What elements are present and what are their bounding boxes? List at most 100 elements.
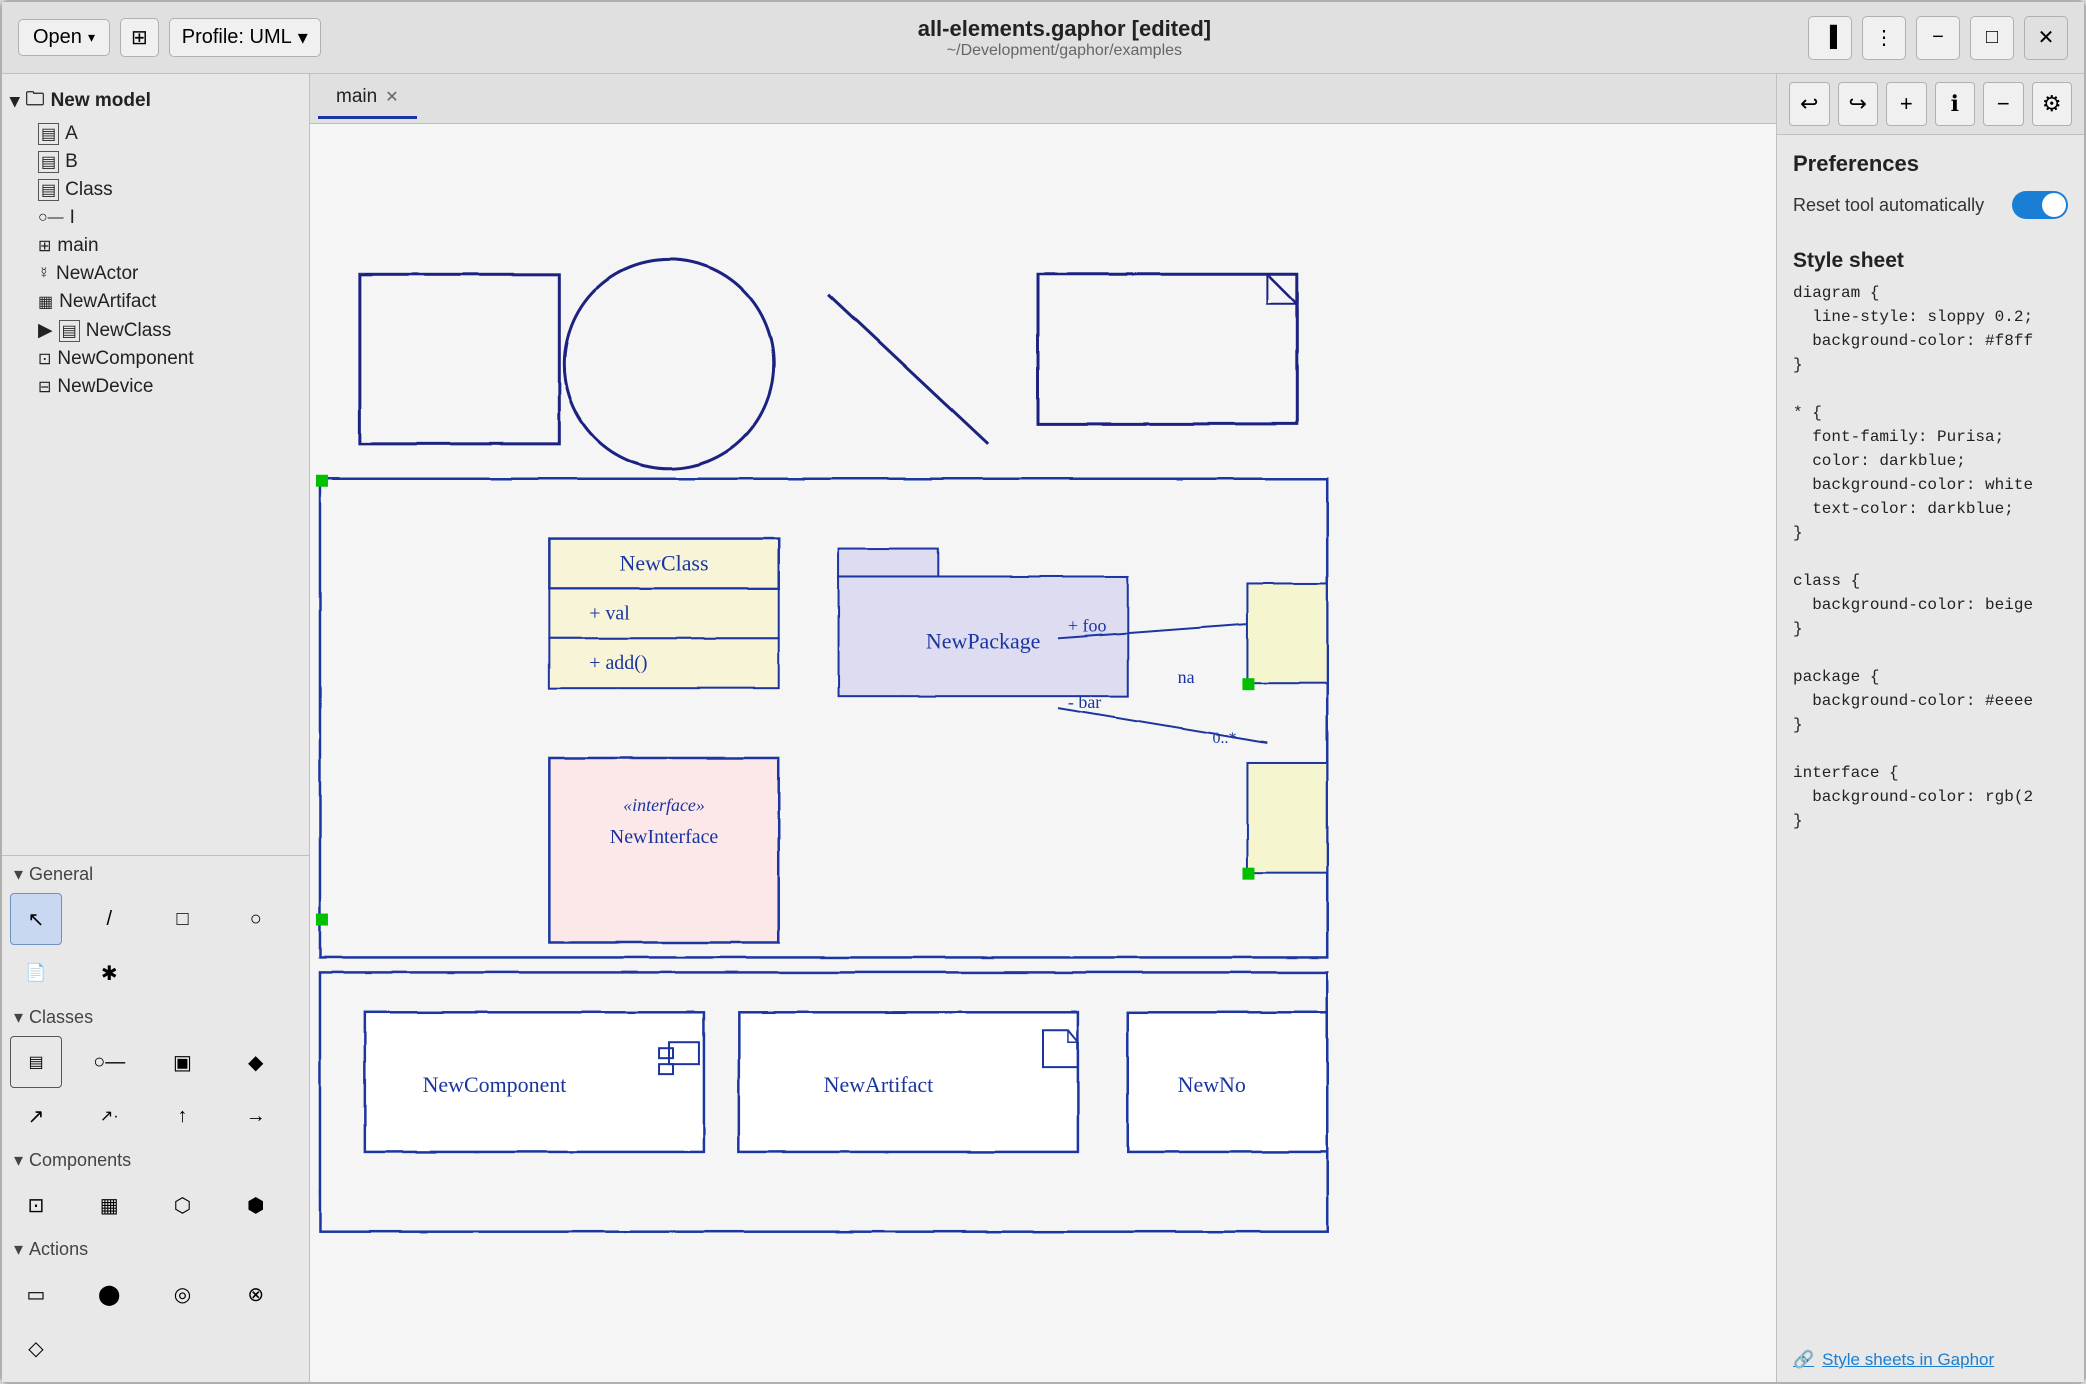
artifact-tool[interactable]: ▦ xyxy=(83,1179,135,1231)
profile-dropdown-arrow: ▾ xyxy=(298,25,308,50)
profile-button[interactable]: Profile: UML ▾ xyxy=(169,18,321,57)
package-tool[interactable]: ▣ xyxy=(157,1036,209,1088)
left-sidebar: ▾ 🗀 New model ▤ A ▤ B ▤ Class xyxy=(2,74,310,1382)
open-button[interactable]: Open ▾ xyxy=(18,19,110,56)
node-tool[interactable]: ⬡ xyxy=(157,1179,209,1231)
tree-item-I[interactable]: ○— I xyxy=(2,204,309,232)
tree-label-newdevice: NewDevice xyxy=(57,376,153,398)
undo-button[interactable]: ↩ xyxy=(1789,82,1830,126)
preferences-title: Preferences xyxy=(1793,151,2068,177)
general-expand-icon: ▾ xyxy=(14,864,23,885)
svg-text:NewArtifact: NewArtifact xyxy=(824,1072,934,1097)
diagram-icon-main: ⊞ xyxy=(38,236,51,256)
tab-bar: main ✕ xyxy=(310,74,1776,124)
style-sheets-link[interactable]: 🔗 Style sheets in Gaphor xyxy=(1777,1338,2084,1382)
menu-button[interactable]: ⋮ xyxy=(1862,16,1906,60)
interface-circle-tool[interactable]: ○— xyxy=(83,1036,135,1088)
tree-label-newactor: NewActor xyxy=(56,263,138,285)
tree-item-class[interactable]: ▤ Class xyxy=(2,176,309,204)
minus-button[interactable]: − xyxy=(1983,82,2024,126)
components-label: Components xyxy=(29,1150,131,1171)
newclass-expand: ▶ xyxy=(38,319,53,342)
line-tool[interactable]: / xyxy=(83,893,135,945)
sidebar-icon: ▐ xyxy=(1823,26,1837,49)
association-up-tool[interactable]: ↑ xyxy=(157,1090,209,1142)
style-code[interactable]: diagram { line-style: sloppy 0.2; backgr… xyxy=(1777,281,2084,1338)
tree-item-A[interactable]: ▤ A xyxy=(2,120,309,148)
ellipse-tool[interactable]: ○ xyxy=(230,893,282,945)
layout-button[interactable]: ⊞ xyxy=(120,18,159,57)
class-icon-A: ▤ xyxy=(38,123,59,145)
tree-label-class: Class xyxy=(65,179,113,201)
sidebar-toggle-button[interactable]: ▐ xyxy=(1808,16,1852,60)
initial-tool[interactable]: ⬤ xyxy=(83,1268,135,1320)
layout-icon: ⊞ xyxy=(131,27,148,49)
pointer-tool[interactable]: ↖ xyxy=(10,893,62,945)
tree-label-newcomponent: NewComponent xyxy=(57,348,193,370)
minimize-button[interactable]: − xyxy=(1916,16,1960,60)
tree-label-newclass: NewClass xyxy=(86,320,172,342)
note-tool[interactable]: 📄 xyxy=(10,947,62,999)
class-tool[interactable]: ▤ xyxy=(10,1036,62,1088)
minus-icon: − xyxy=(1997,91,2010,117)
settings-button[interactable]: ⚙ xyxy=(2032,82,2073,126)
window-subtitle: ~/Development/gaphor/examples xyxy=(333,42,1796,60)
directed-assoc-tool[interactable]: → xyxy=(230,1090,282,1142)
reset-tool-row: Reset tool automatically xyxy=(1793,191,2068,219)
reset-tool-toggle[interactable] xyxy=(2012,191,2068,219)
tree-item-newactor[interactable]: ☿ NewActor xyxy=(2,260,309,288)
action-tool[interactable]: ▭ xyxy=(10,1268,62,1320)
tree-item-newclass[interactable]: ▶ ▤ NewClass xyxy=(2,316,309,345)
right-toolbar: ↩ ↪ + ℹ − ⚙ xyxy=(1777,74,2084,135)
component-tool[interactable]: ⊡ xyxy=(10,1179,62,1231)
svg-text:- bar: - bar xyxy=(1068,692,1101,712)
device-tool[interactable]: ⬢ xyxy=(230,1179,282,1231)
tree-label-B: B xyxy=(65,151,78,173)
titlebar-right: ▐ ⋮ − □ ✕ xyxy=(1808,16,2068,60)
close-icon: ✕ xyxy=(2038,25,2055,50)
redo-icon: ↪ xyxy=(1849,91,1867,117)
tree-item-newartifact[interactable]: ▦ NewArtifact xyxy=(2,288,309,316)
main-layout: ▾ 🗀 New model ▤ A ▤ B ▤ Class xyxy=(2,74,2084,1382)
dependency-tool[interactable]: ◆ xyxy=(230,1036,282,1088)
minimize-icon: − xyxy=(1932,26,1944,49)
device-icon: ⊟ xyxy=(38,377,51,397)
general-section-header[interactable]: ▾ General xyxy=(2,860,309,889)
info-button[interactable]: ℹ xyxy=(1935,82,1976,126)
svg-text:+ add(): + add() xyxy=(589,652,647,674)
dotline-tool[interactable]: ✱ xyxy=(83,947,135,999)
final-tool[interactable]: ◎ xyxy=(157,1268,209,1320)
decision-tool[interactable]: ◇ xyxy=(10,1322,62,1374)
components-section-header[interactable]: ▾ Components xyxy=(2,1146,309,1175)
style-sheet-label: Style sheet xyxy=(1777,249,2084,281)
realization-tool[interactable]: ↗· xyxy=(83,1090,135,1142)
rect-tool[interactable]: □ xyxy=(157,893,209,945)
actions-section-header[interactable]: ▾ Actions xyxy=(2,1235,309,1264)
tree-item-newdevice[interactable]: ⊟ NewDevice xyxy=(2,373,309,401)
svg-text:+ foo: + foo xyxy=(1068,615,1107,635)
components-tools: ⊡ ▦ ⬡ ⬢ xyxy=(2,1175,309,1235)
tab-close-icon[interactable]: ✕ xyxy=(385,87,398,107)
tab-main[interactable]: main ✕ xyxy=(318,78,417,119)
flow-final-tool[interactable]: ⊗ xyxy=(230,1268,282,1320)
actions-expand-icon: ▾ xyxy=(14,1239,23,1260)
tree-item-newcomponent[interactable]: ⊡ NewComponent xyxy=(2,345,309,373)
svg-text:0..*: 0..* xyxy=(1213,730,1237,747)
close-button[interactable]: ✕ xyxy=(2024,16,2068,60)
add-button[interactable]: + xyxy=(1886,82,1927,126)
class-icon-class: ▤ xyxy=(38,179,59,201)
tree-item-B[interactable]: ▤ B xyxy=(2,148,309,176)
generalization-tool[interactable]: ↗ xyxy=(10,1090,62,1142)
classes-section-header[interactable]: ▾ Classes xyxy=(2,1003,309,1032)
canvas-scroll[interactable]: NewClass + val + add() NewPackage + foo … xyxy=(310,124,1776,1382)
maximize-button[interactable]: □ xyxy=(1970,16,2014,60)
redo-button[interactable]: ↪ xyxy=(1838,82,1879,126)
reset-tool-label: Reset tool automatically xyxy=(1793,195,1984,216)
titlebar: Open ▾ ⊞ Profile: UML ▾ all-elements.gap… xyxy=(2,2,2084,74)
actor-icon: ☿ xyxy=(38,265,50,283)
general-tools: ↖ / □ ○ 📄 ✱ xyxy=(2,889,309,1003)
tree-root[interactable]: ▾ 🗀 New model xyxy=(2,82,309,120)
tree-root-expand: ▾ xyxy=(10,90,20,113)
tree-item-main[interactable]: ⊞ main xyxy=(2,232,309,260)
open-dropdown-arrow: ▾ xyxy=(88,29,95,46)
